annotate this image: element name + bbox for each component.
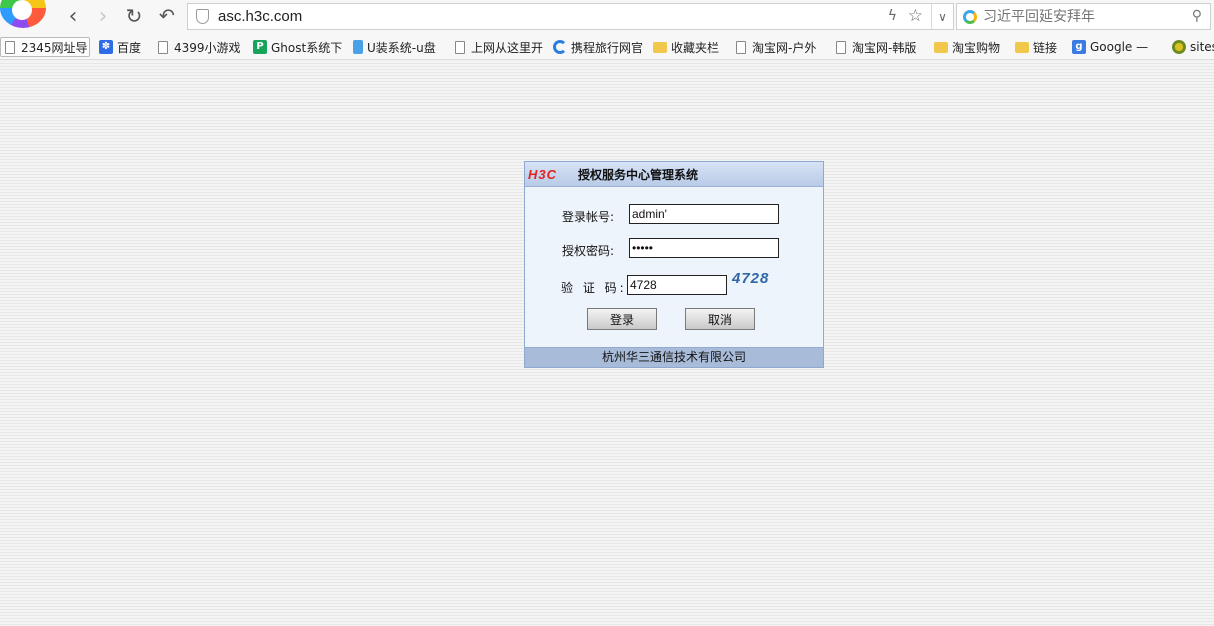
bookmark-label: 淘宝网-韩版 (852, 40, 917, 55)
page-icon (836, 40, 846, 54)
bookmark-ctrip[interactable]: 携程旅行网官 (550, 37, 644, 57)
bookmark-label: 4399小游戏 (174, 40, 241, 55)
bookmark-label: 上网从这里开 (471, 40, 543, 55)
bookmark-label: sites (1190, 40, 1214, 54)
search-box[interactable]: ⚲ (956, 3, 1211, 30)
h3c-logo: H3C (528, 167, 558, 182)
panel-footer: 杭州华三通信技术有限公司 (525, 347, 823, 367)
bookmark-label: U装系统-u盘 (367, 40, 436, 55)
bookmark-label: 收藏夹栏 (671, 40, 720, 55)
cancel-button[interactable]: 取消 (685, 308, 755, 330)
chevron-left-icon: ‹ (68, 3, 78, 29)
forward-button[interactable]: › (90, 3, 116, 29)
bookmark-label: 百度 (117, 40, 142, 55)
bookmark-baidu[interactable]: ✽ 百度 (96, 37, 148, 57)
bolt-icon[interactable]: ϟ (888, 8, 897, 24)
sites-icon (1172, 40, 1186, 54)
login-button[interactable]: 登录 (587, 308, 657, 330)
password-label: 授权密码: (562, 244, 615, 258)
account-input[interactable] (629, 204, 779, 224)
page-icon (158, 40, 168, 54)
star-icon[interactable]: ☆ (908, 6, 923, 26)
bookmark-label: 淘宝购物 (952, 40, 1001, 55)
chevron-right-icon: › (98, 3, 108, 29)
page-title: 授权服务中心管理系统 (578, 168, 699, 182)
bookmark-ghost[interactable]: P Ghost系统下 (250, 37, 343, 57)
undo-button[interactable]: ↶ (154, 4, 180, 28)
account-label: 登录帐号: (562, 210, 615, 224)
login-panel: H3C 授权服务中心管理系统 登录帐号: 授权密码: 验 证 码: 4728 登… (524, 161, 824, 368)
reload-button[interactable]: ↻ (121, 4, 147, 28)
bookmark-shangwang[interactable]: 上网从这里开 (451, 37, 543, 57)
browser-logo-icon[interactable] (0, 0, 46, 28)
bookmark-usys[interactable]: U装系统-u盘 (350, 37, 442, 57)
folder-icon (934, 41, 948, 53)
page-content: H3C 授权服务中心管理系统 登录帐号: 授权密码: 验 证 码: 4728 登… (0, 61, 1214, 626)
page-icon (455, 40, 465, 54)
captcha-input[interactable] (627, 275, 727, 295)
bookmark-folder-taobao[interactable]: 淘宝购物 (931, 37, 1007, 57)
captcha-label: 验 证 码: (561, 281, 627, 295)
ctrip-icon (553, 40, 567, 54)
usys-icon (353, 40, 363, 54)
browser-toolbar: ‹ › ↻ ↶ asc.h3c.com ϟ ☆ ∨ ⚲ (0, 0, 1214, 34)
chevron-down-icon[interactable]: ∨ (931, 4, 953, 29)
baidu-icon: ✽ (99, 40, 113, 54)
bookmark-folder-links[interactable]: 链接 (1012, 37, 1064, 57)
search-icon[interactable]: ⚲ (1192, 8, 1202, 24)
shield-icon[interactable] (196, 9, 209, 24)
bookmark-2345[interactable]: 2345网址导 (0, 37, 90, 57)
bookmark-google[interactable]: g Google — (1069, 37, 1162, 57)
folder-icon (653, 41, 667, 53)
ghost-icon: P (253, 40, 267, 54)
url-text[interactable]: asc.h3c.com (218, 8, 302, 25)
bookmarks-bar: 2345网址导 ✽ 百度 4399小游戏 P Ghost系统下 U装系统-u盘 … (0, 34, 1214, 60)
page-icon (736, 40, 746, 54)
captcha-image[interactable]: 4728 (732, 270, 769, 287)
bookmark-label: Google — (1090, 40, 1149, 54)
panel-header: H3C 授权服务中心管理系统 (525, 162, 823, 187)
bookmark-label: 携程旅行网官 (571, 40, 644, 55)
folder-icon (1015, 41, 1029, 53)
password-input[interactable] (629, 238, 779, 258)
bookmark-folder-favorites[interactable]: 收藏夹栏 (650, 37, 726, 57)
bookmark-label: Ghost系统下 (271, 40, 343, 55)
page-icon (5, 40, 15, 54)
bookmark-label: 链接 (1033, 40, 1058, 55)
bookmark-label: 2345网址导 (21, 40, 88, 55)
reload-icon: ↻ (125, 4, 143, 28)
search-engine-icon (963, 10, 977, 24)
bookmark-taobao-outdoor[interactable]: 淘宝网-户外 (732, 37, 824, 57)
bookmark-taobao-korean[interactable]: 淘宝网-韩版 (832, 37, 924, 57)
bookmark-sites[interactable]: sites (1169, 37, 1214, 57)
google-icon: g (1072, 40, 1086, 54)
undo-icon: ↶ (159, 5, 175, 27)
bookmark-label: 淘宝网-户外 (752, 40, 817, 55)
address-bar[interactable]: asc.h3c.com ϟ ☆ ∨ (187, 3, 954, 30)
back-button[interactable]: ‹ (60, 3, 86, 29)
bookmark-4399[interactable]: 4399小游戏 (154, 37, 244, 57)
search-input[interactable] (983, 8, 1183, 26)
